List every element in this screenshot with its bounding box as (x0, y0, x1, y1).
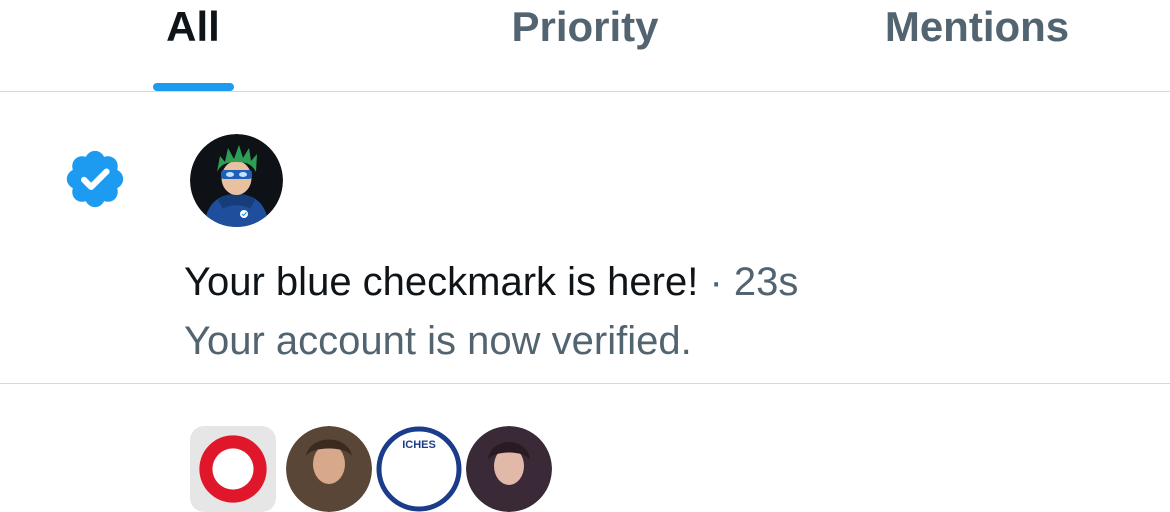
notification-item[interactable]: Your blue checkmark is here! · 23s Your … (0, 92, 1170, 384)
notification-separator: · (709, 260, 723, 304)
notification-body: Your account is now verified. (184, 319, 692, 363)
active-tab-indicator (153, 83, 234, 91)
verified-badge-icon (66, 150, 124, 208)
tab-priority-label: Priority (511, 3, 659, 50)
crest-text: ICHES (402, 439, 436, 451)
app-logo-avatar[interactable] (190, 426, 276, 512)
avatar[interactable] (190, 134, 283, 227)
tab-mentions[interactable]: Mentions (847, 0, 1107, 91)
next-notification-item[interactable]: ICHES (0, 384, 1170, 512)
notification-time: 23s (733, 260, 799, 304)
person-avatar[interactable] (286, 426, 372, 512)
tab-mentions-label: Mentions (884, 3, 1070, 50)
notification-title-line: Your blue checkmark is here! · 23s (184, 256, 798, 308)
notification-title: Your blue checkmark is here! (184, 260, 699, 304)
tab-all-label: All (166, 3, 220, 50)
notification-tabs: All Priority Mentions (0, 0, 1170, 92)
tab-all[interactable]: All (103, 0, 283, 91)
person-avatar-2[interactable] (466, 426, 552, 512)
crest-avatar[interactable]: ICHES (376, 426, 462, 512)
tab-priority[interactable]: Priority (455, 0, 715, 91)
